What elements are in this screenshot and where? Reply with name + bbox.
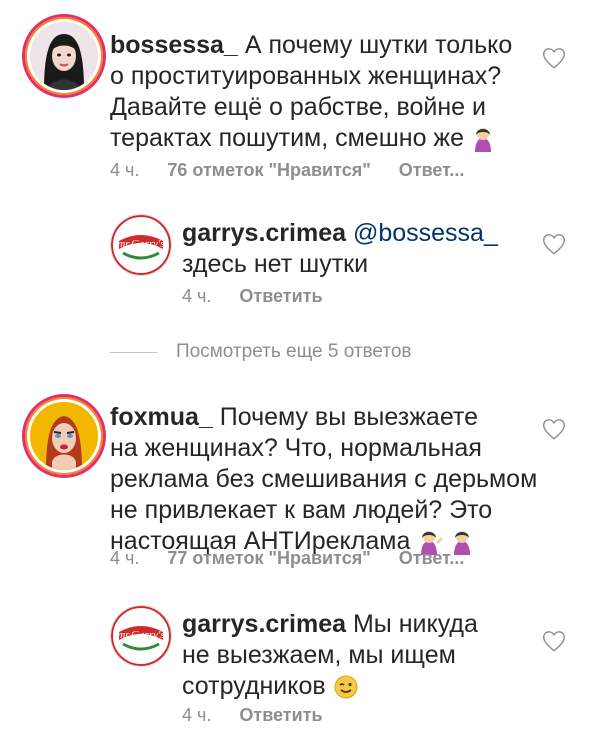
avatar[interactable]: mr.Garry's [110,214,172,276]
heart-icon[interactable] [541,416,567,442]
comment-time: 4 ч. [110,160,140,180]
heart-icon[interactable] [541,45,567,71]
comment-meta: 4 ч. Ответить [182,286,323,307]
comment-line: Почему вы выезжаете [219,403,478,431]
woman-shrugging-emoji-icon [475,128,491,153]
comment-line: на женщинах? Что, нормальная [110,434,482,462]
heart-icon[interactable] [541,231,567,257]
likes-count[interactable]: 77 отметок "Нравится" [167,548,370,569]
likes-count[interactable]: 76 отметок "Нравится" [167,160,370,181]
brand-logo-icon: mr.Garry's [110,605,172,667]
comment: bossessa_ А почему шутки только о прости… [0,0,600,200]
comment-username[interactable]: bossessa_ [110,31,238,59]
comment-line: А почему шутки только [244,31,513,59]
reply-comment: mr.Garry's garrys.crimea Мы никуда не вы… [0,595,600,737]
comment-username[interactable]: garrys.crimea [182,610,346,638]
comment-line: не выезжаем, мы ищем [182,641,456,669]
reply-button[interactable]: Ответить [239,286,322,307]
comment-username[interactable]: foxmua_ [110,403,213,431]
comment-meta: 4 ч. 76 отметок "Нравится" Ответ... [110,160,464,181]
comment-time: 4 ч. [182,286,212,306]
avatar[interactable] [22,394,106,478]
comment-line: здесь нет шутки [182,250,369,278]
comment-line: реклама без смешивания с дерьмом [110,465,538,493]
heart-icon[interactable] [541,628,567,654]
view-more-label[interactable]: Посмотреть еще 5 ответов [176,341,412,363]
mention-link[interactable]: @bossessa_ [353,219,498,247]
comment-meta: 4 ч. Ответить [182,705,323,726]
comment: foxmua_ Почему вы выезжаете на женщинах?… [0,380,600,580]
reply-button[interactable]: Ответ... [399,160,465,181]
reply-comment: mr.Garry's garrys.crimea @bossessa_ здес… [0,200,600,330]
comment-text: bossessa_ А почему шутки только о прости… [110,30,530,154]
comment-username[interactable]: garrys.crimea [182,219,346,247]
comment-line: сотрудников [182,672,326,700]
comment-text: foxmua_ Почему вы выезжаете на женщинах?… [110,402,550,557]
comment-time: 4 ч. [182,705,212,725]
avatar[interactable] [22,14,106,98]
comment-time: 4 ч. [110,548,140,568]
comment-line: терактах пошутим, смешно же [110,124,465,152]
comment-line: Давайте ещё о рабстве, войне и [110,93,486,121]
comment-text: garrys.crimea @bossessa_ здесь нет шутки [182,218,522,280]
comment-meta: 4 ч. 77 отметок "Нравится" Ответ... [110,548,464,569]
reply-button[interactable]: Ответить [239,705,322,726]
brand-logo-icon: mr.Garry's [110,214,172,276]
comment-line: Мы никуда [352,610,478,638]
winking-face-emoji-icon [334,675,358,699]
view-more-replies[interactable]: Посмотреть еще 5 ответов [110,341,412,363]
comment-text: garrys.crimea Мы никуда не выезжаем, мы … [182,609,522,702]
woman-makeup-avatar-icon [30,402,98,470]
divider-line [110,351,158,353]
brand-logo-text: mr.Garry's [117,238,164,250]
comment-line: о проституированных женщинах? [110,62,502,90]
comment-line: не привлекает к вам людей? Это [110,496,493,524]
avatar[interactable]: mr.Garry's [110,605,172,667]
brand-logo-text: mr.Garry's [117,629,164,641]
reply-button[interactable]: Ответ... [399,548,465,569]
woman-dark-hair-avatar-icon [30,22,98,90]
